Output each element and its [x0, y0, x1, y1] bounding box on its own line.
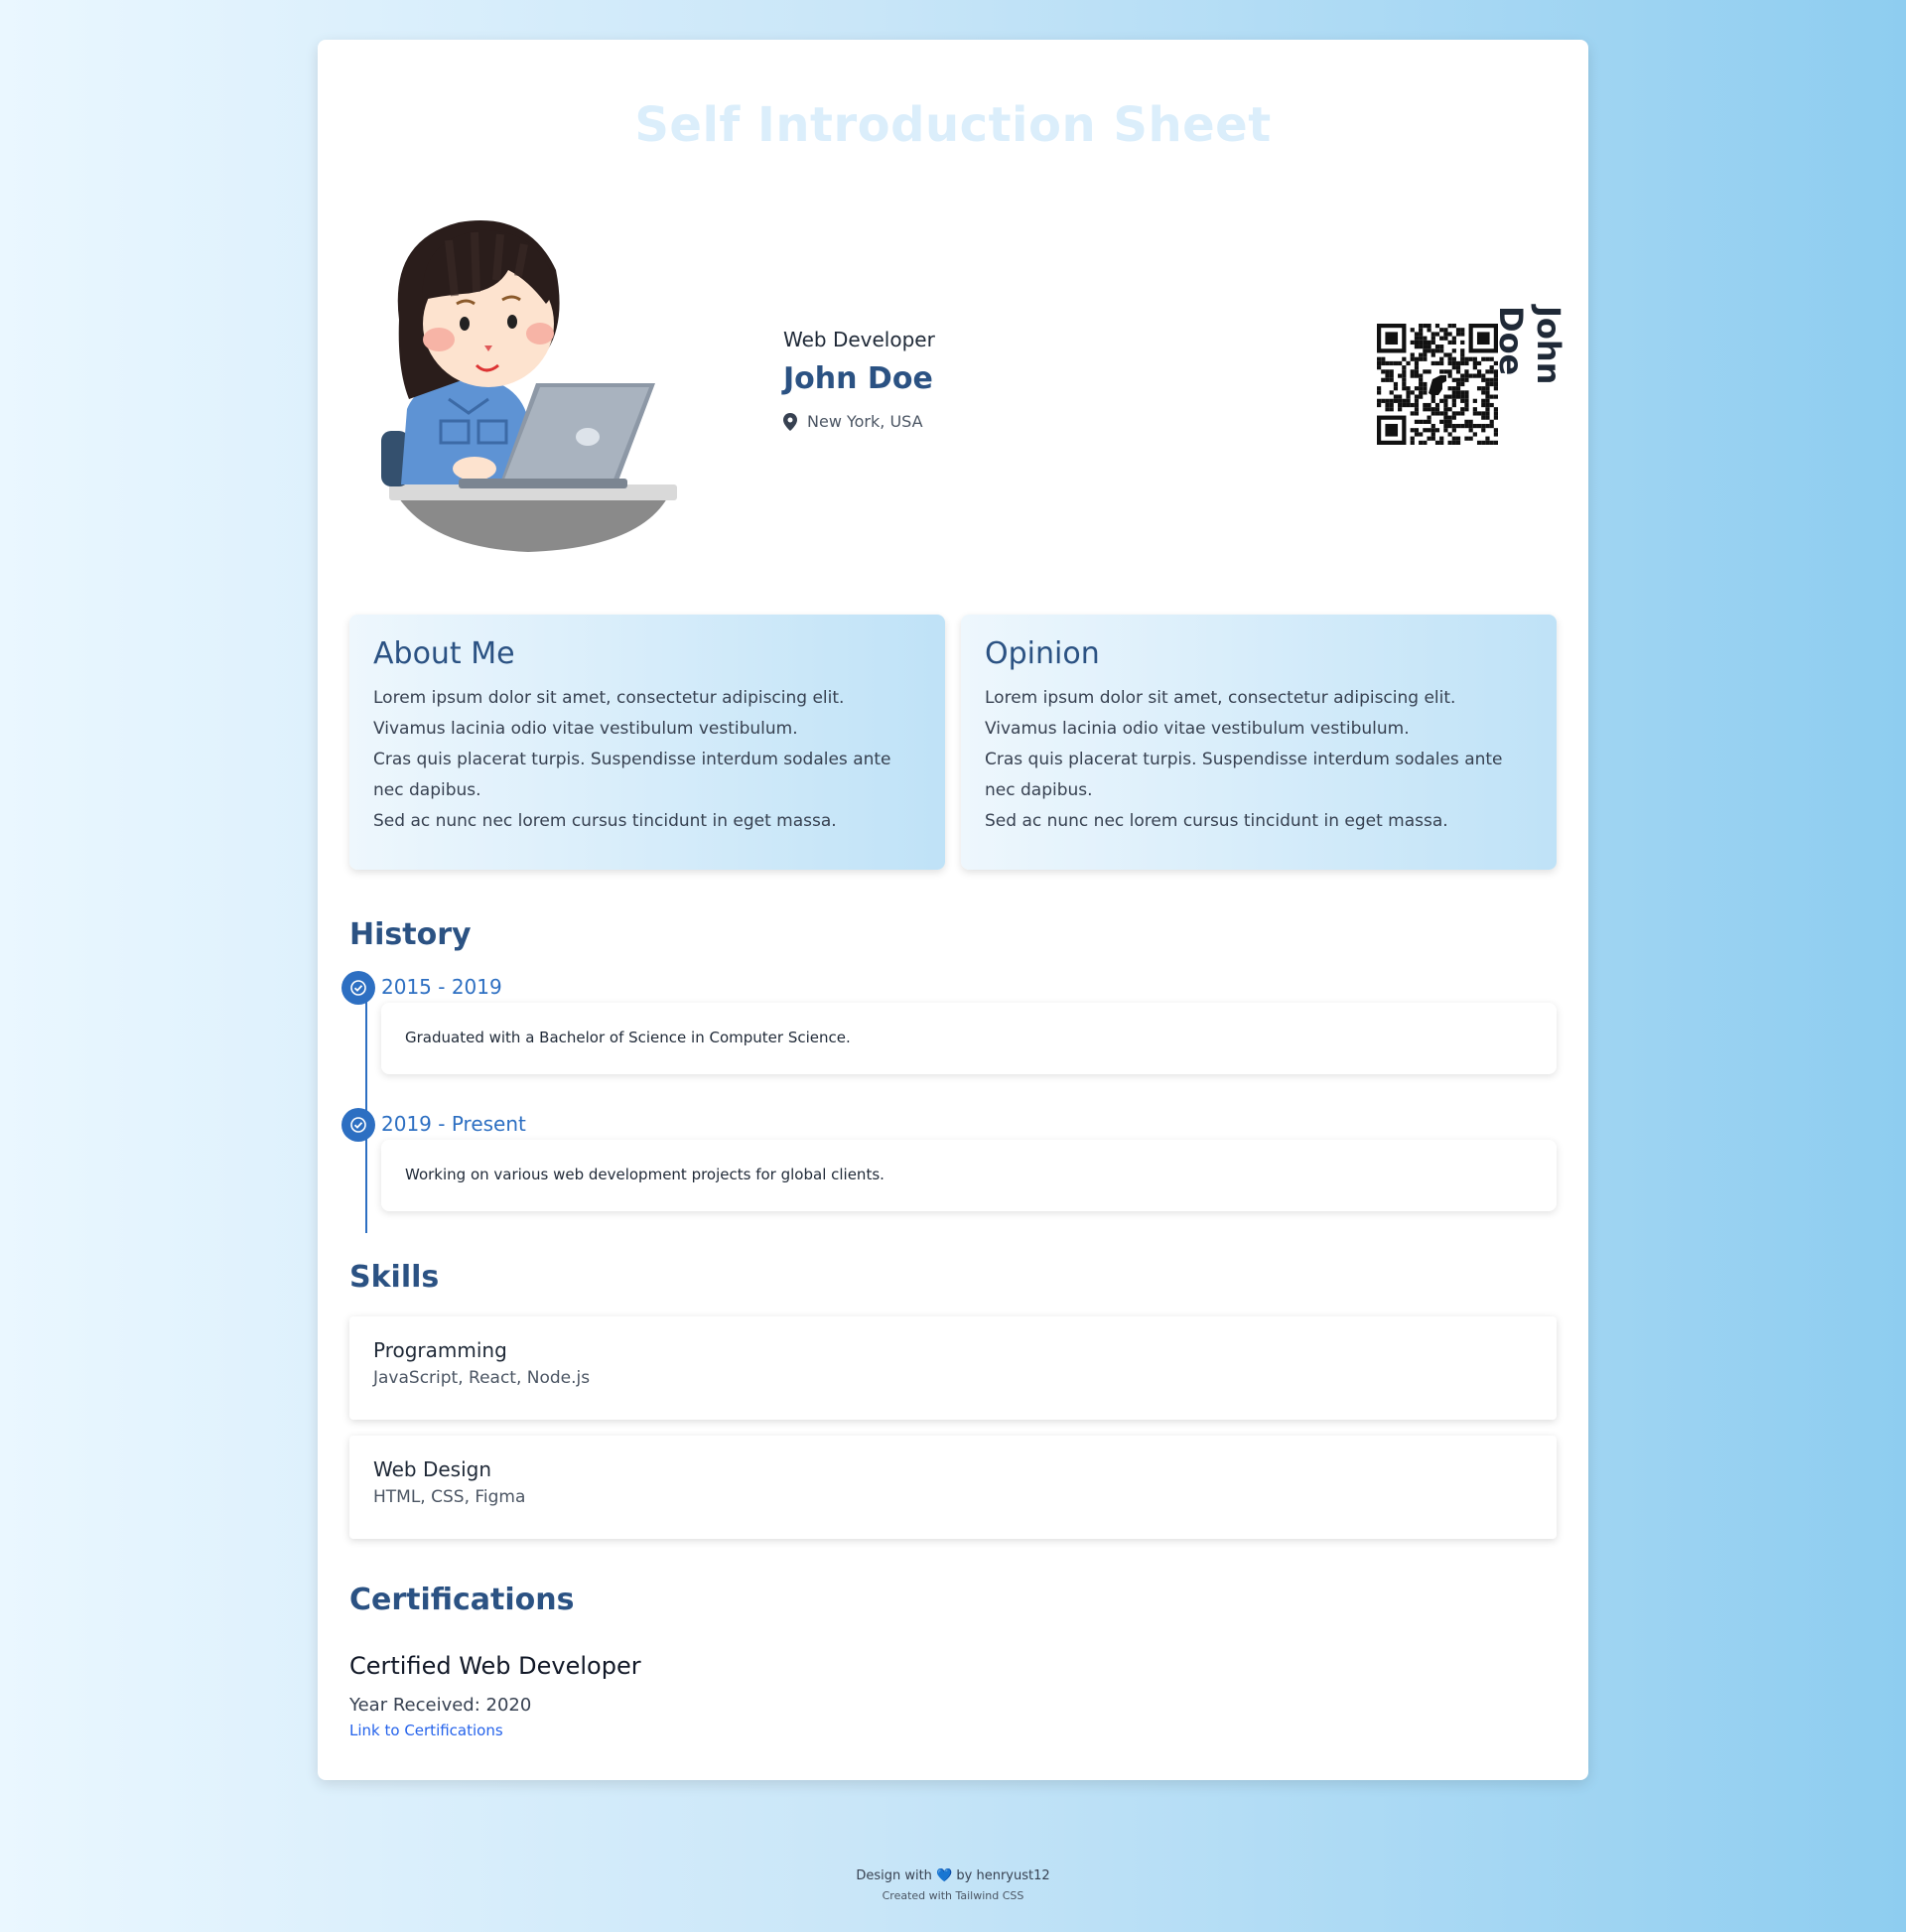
heart-icon: 💙 [936, 1868, 953, 1883]
about-me-card: About Me Lorem ipsum dolor sit amet, con… [349, 615, 945, 870]
skills-heading: Skills [349, 1260, 440, 1295]
about-me-line: Sed ac nunc nec lorem cursus tincidunt i… [373, 811, 837, 831]
avatar-illustration [381, 220, 677, 552]
history-date: 2015 - 2019 [381, 975, 502, 999]
about-me-line: Lorem ipsum dolor sit amet, consectetur … [373, 688, 845, 739]
opinion-heading: Opinion [985, 636, 1100, 671]
person-name: John Doe [783, 361, 933, 396]
location-text: New York, USA [807, 412, 923, 431]
certification-name: Certified Web Developer [349, 1652, 641, 1680]
job-title: Web Developer [783, 328, 935, 351]
page-title: Self Introduction Sheet [634, 97, 1272, 153]
opinion-line: Lorem ipsum dolor sit amet, consectetur … [985, 688, 1456, 739]
location: New York, USA [783, 412, 935, 431]
history-item: Graduated with a Bachelor of Science in … [381, 1003, 1557, 1074]
certifications-link[interactable]: Link to Certifications [349, 1722, 503, 1739]
opinion-card: Opinion Lorem ipsum dolor sit amet, cons… [961, 615, 1557, 870]
footer-created-with: Created with Tailwind CSS [882, 1889, 1024, 1902]
skill-name: Programming [373, 1338, 507, 1362]
qr-code[interactable] [1377, 324, 1498, 445]
opinion-line: Cras quis placerat turpis. Suspendisse i… [985, 750, 1503, 800]
about-me-heading: About Me [373, 636, 515, 671]
opinion-line: Sed ac nunc nec lorem cursus tincidunt i… [985, 811, 1448, 831]
history-date: 2019 - Present [381, 1112, 526, 1136]
about-me-line: Cras quis placerat turpis. Suspendisse i… [373, 750, 891, 800]
skill-items: JavaScript, React, Node.js [373, 1368, 591, 1388]
check-circle-icon [341, 971, 375, 1005]
location-pin-icon [783, 412, 797, 431]
skill-card: Programming JavaScript, React, Node.js [349, 1316, 1557, 1420]
footer-author: by henryust12 [956, 1868, 1050, 1883]
skill-name: Web Design [373, 1457, 492, 1481]
skill-items: HTML, CSS, Figma [373, 1487, 526, 1507]
footer-design-prefix: Design with [856, 1868, 932, 1883]
certifications-heading: Certifications [349, 1583, 575, 1617]
profile-block: Web Developer John Doe New York, USA [783, 328, 935, 431]
footer: Design with 💙 by henryust12 Created with… [0, 1868, 1906, 1902]
intro-sheet: Self Introduction Sheet Web Developer Jo… [318, 40, 1588, 1780]
skill-card: Web Design HTML, CSS, Figma [349, 1436, 1557, 1539]
footer-credit: Design with 💙 by henryust12 [0, 1868, 1906, 1883]
vertical-name: John Doe [1492, 306, 1567, 385]
history-heading: History [349, 917, 472, 952]
check-circle-icon [341, 1108, 375, 1142]
certification-year: Year Received: 2020 [349, 1695, 532, 1716]
history-item: Working on various web development proje… [381, 1140, 1557, 1211]
